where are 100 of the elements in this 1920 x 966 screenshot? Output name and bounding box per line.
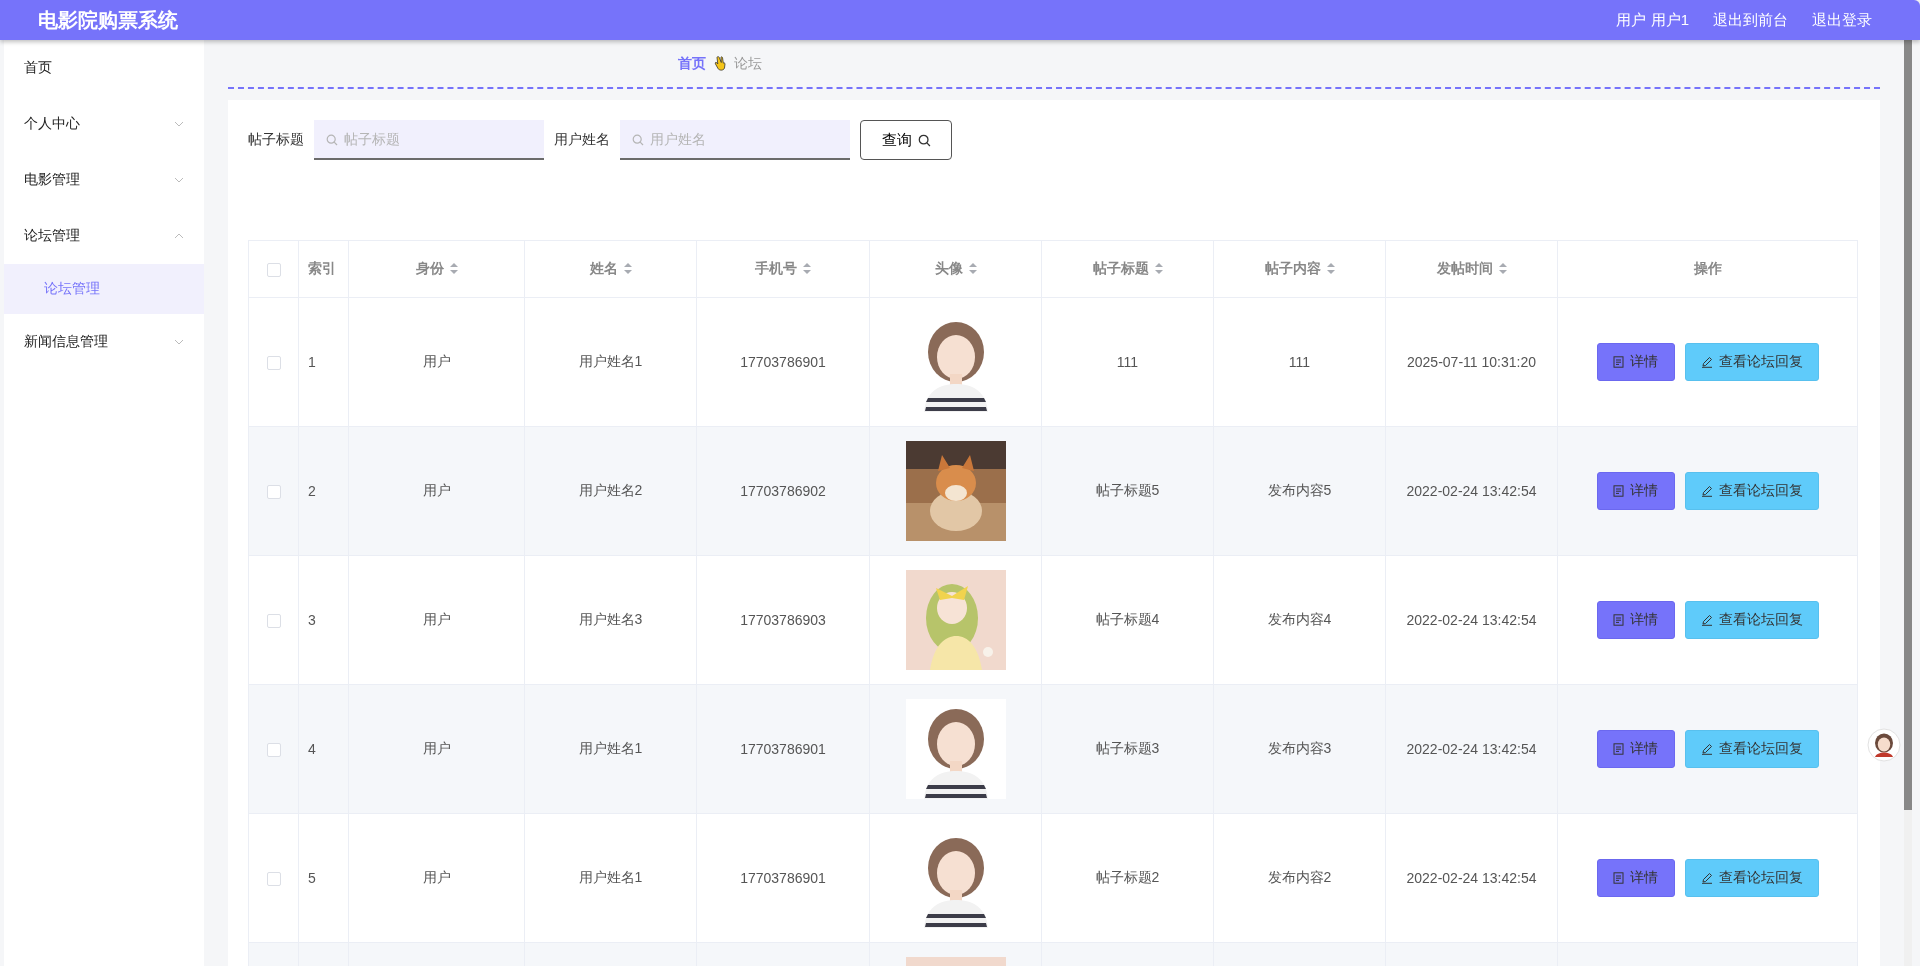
table-cell: 发布内容5 xyxy=(1213,426,1386,556)
sidebar-item[interactable]: 新闻信息管理 xyxy=(4,314,204,370)
search-field[interactable]: 帖子标题 xyxy=(314,120,544,160)
field-label: 帖子标题 xyxy=(248,131,304,149)
header-link[interactable]: 退出登录 xyxy=(1812,10,1872,30)
table-cell: 2025-07-11 10:31:20 xyxy=(1385,297,1558,427)
table-cell: 17703786902 xyxy=(696,426,870,556)
document-icon xyxy=(1613,485,1624,497)
table-cell: 发布内容2 xyxy=(1213,813,1386,943)
column-header[interactable]: 帖子内容 xyxy=(1213,240,1386,298)
sort-icon[interactable] xyxy=(449,263,458,274)
chevron-up-icon xyxy=(174,233,184,239)
sidebar-subitem[interactable]: 论坛管理 xyxy=(4,264,204,314)
sort-icon[interactable] xyxy=(623,263,632,274)
table-cell: 2 xyxy=(298,426,349,556)
pencil-icon xyxy=(1700,614,1713,626)
search-icon xyxy=(917,133,931,147)
table-cell: 发布内容3 xyxy=(1213,684,1386,814)
view-replies-button[interactable]: 查看论坛回复 xyxy=(1684,859,1819,897)
avatar-icon[interactable] xyxy=(1867,728,1901,762)
details-button[interactable]: 详情 xyxy=(1596,472,1675,510)
view-replies-button[interactable]: 查看论坛回复 xyxy=(1684,601,1819,639)
breadcrumb-item[interactable]: 首页 xyxy=(678,54,706,73)
sort-icon[interactable] xyxy=(1154,263,1163,274)
sort-icon[interactable] xyxy=(803,263,811,274)
table-cell: 用户姓名1 xyxy=(524,297,697,427)
scrollbar[interactable] xyxy=(1904,40,1912,966)
table-cell: 用户 xyxy=(348,684,525,814)
table-cell: 4 xyxy=(298,684,349,814)
chevron-down-icon xyxy=(174,339,184,345)
pencil-icon xyxy=(1700,485,1713,497)
column-header[interactable]: 头像 xyxy=(869,240,1042,298)
search-field[interactable]: 用户姓名 xyxy=(620,120,850,160)
sidebar-item[interactable]: 电影管理 xyxy=(4,152,204,208)
table-cell: 用户 xyxy=(348,426,525,556)
column-header: 操作 xyxy=(1557,240,1858,298)
table-cell: 3 xyxy=(298,555,349,685)
sort-icon[interactable] xyxy=(968,263,977,274)
sort-icon[interactable] xyxy=(1498,263,1507,274)
table-cell: 1 xyxy=(298,297,349,427)
header-link[interactable]: 用户 用户1 xyxy=(1616,10,1689,30)
table-cell: 帖子标题2 xyxy=(1041,813,1214,943)
column-header[interactable]: 手机号 xyxy=(696,240,870,298)
column-header[interactable]: 帖子标题 xyxy=(1041,240,1214,298)
table-cell: 用户姓名1 xyxy=(524,684,697,814)
sidebar-item[interactable]: 首页 xyxy=(4,40,204,96)
details-button[interactable]: 详情 xyxy=(1596,343,1675,381)
column-header[interactable]: 身份 xyxy=(348,240,525,298)
table-cell: 用户姓名2 xyxy=(524,426,697,556)
pencil-icon xyxy=(1700,356,1713,368)
chevron-down-icon xyxy=(174,121,184,127)
table-cell: 发布内容4 xyxy=(1213,555,1386,685)
document-icon xyxy=(1613,872,1624,884)
table-cell: 5 xyxy=(298,813,349,943)
table-cell: 用户姓名1 xyxy=(524,813,697,943)
document-icon xyxy=(1613,614,1624,626)
chevron-down-icon xyxy=(174,177,184,183)
column-header[interactable]: 姓名 xyxy=(524,240,697,298)
table-cell: 17703786903 xyxy=(696,555,870,685)
search-button[interactable]: 查询 xyxy=(860,120,952,160)
sort-icon[interactable] xyxy=(1326,263,1335,274)
table-cell: 2022-02-24 13:42:54 xyxy=(1385,684,1558,814)
view-replies-button[interactable]: 查看论坛回复 xyxy=(1684,730,1819,768)
table-cell: 帖子标题5 xyxy=(1041,426,1214,556)
table-cell: 2022-02-24 13:42:54 xyxy=(1385,555,1558,685)
breadcrumb-item: 论坛 xyxy=(734,54,762,73)
document-icon xyxy=(1613,743,1624,755)
table-cell: 2022-02-24 13:42:54 xyxy=(1385,813,1558,943)
table-cell: 帖子标题4 xyxy=(1041,555,1214,685)
header-link[interactable]: 退出到前台 xyxy=(1713,10,1788,30)
field-label: 用户姓名 xyxy=(554,131,610,149)
table-cell: 17703786901 xyxy=(696,684,870,814)
column-header[interactable]: 发帖时间 xyxy=(1385,240,1558,298)
table-cell: 17703786901 xyxy=(696,297,870,427)
checkbox[interactable] xyxy=(266,356,281,371)
table-cell: 用户 xyxy=(348,297,525,427)
sidebar-item[interactable]: 论坛管理 xyxy=(4,208,204,264)
table-cell: 111 xyxy=(1041,297,1214,427)
checkbox[interactable] xyxy=(266,743,281,758)
table-cell: 用户姓名3 xyxy=(524,555,697,685)
hand-icon xyxy=(714,55,726,72)
details-button[interactable]: 详情 xyxy=(1596,730,1675,768)
table-cell: 17703786901 xyxy=(696,813,870,943)
pencil-icon xyxy=(1700,743,1713,755)
table-cell: 2022-02-24 13:42:54 xyxy=(1385,426,1558,556)
table-cell: 111 xyxy=(1213,297,1386,427)
checkbox[interactable] xyxy=(266,263,281,278)
checkbox[interactable] xyxy=(266,485,281,500)
view-replies-button[interactable]: 查看论坛回复 xyxy=(1684,343,1819,381)
details-button[interactable]: 详情 xyxy=(1596,859,1675,897)
details-button[interactable]: 详情 xyxy=(1596,601,1675,639)
sidebar-item[interactable]: 个人中心 xyxy=(4,96,204,152)
app-title: 电影院购票系统 xyxy=(38,7,178,33)
table-cell: 用户 xyxy=(348,813,525,943)
table-cell: 帖子标题3 xyxy=(1041,684,1214,814)
column-header: 索引 xyxy=(298,240,349,298)
checkbox[interactable] xyxy=(266,614,281,629)
checkbox[interactable] xyxy=(266,872,281,887)
document-icon xyxy=(1613,356,1624,368)
view-replies-button[interactable]: 查看论坛回复 xyxy=(1684,472,1819,510)
